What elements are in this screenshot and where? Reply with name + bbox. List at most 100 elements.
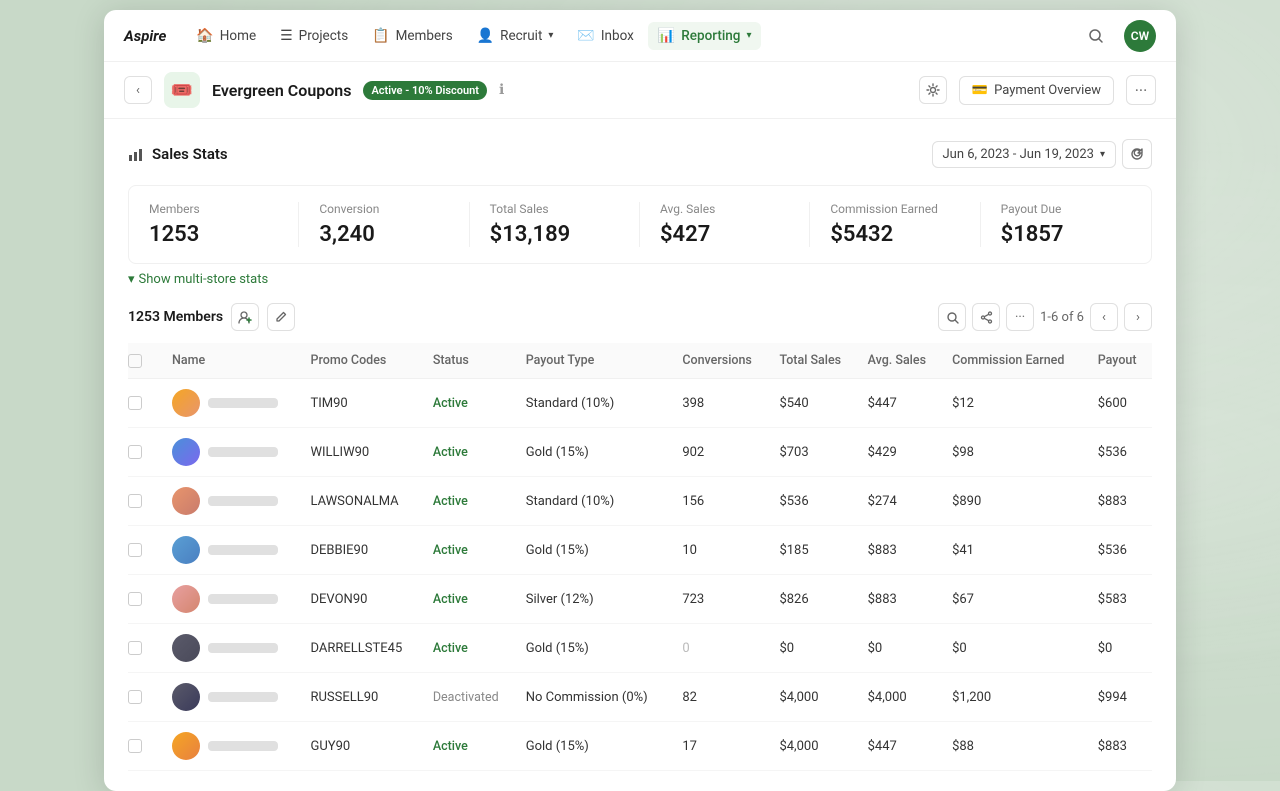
commission-earned: $88 bbox=[944, 722, 1090, 771]
page-header: ‹ 🎟️ Evergreen Coupons Active - 10% Disc… bbox=[104, 62, 1176, 119]
nav-recruit[interactable]: 👤 Recruit ▾ bbox=[467, 22, 564, 50]
conversions: 0 bbox=[674, 624, 771, 673]
search-icon bbox=[1088, 28, 1104, 44]
refresh-icon bbox=[1130, 147, 1144, 161]
pagination: 1-6 of 6 ‹ › bbox=[1040, 303, 1152, 331]
promo-code: RUSSELL90 bbox=[302, 673, 424, 722]
prev-page-button[interactable]: ‹ bbox=[1090, 303, 1118, 331]
avatar bbox=[172, 438, 200, 466]
row-checkbox-7[interactable] bbox=[128, 739, 142, 753]
next-page-button[interactable]: › bbox=[1124, 303, 1152, 331]
stats-grid: Members 1253 Conversion 3,240 Total Sale… bbox=[128, 185, 1152, 264]
payment-icon: 💳 bbox=[972, 83, 988, 98]
avg-sales: $447 bbox=[860, 379, 944, 428]
total-sales: $4,000 bbox=[771, 673, 859, 722]
chevron-down-icon: ▾ bbox=[548, 30, 553, 41]
chart-icon bbox=[128, 146, 144, 162]
date-picker: Jun 6, 2023 - Jun 19, 2023 ▾ bbox=[932, 139, 1153, 169]
inbox-icon: ✉️ bbox=[577, 28, 594, 44]
col-status: Status bbox=[425, 343, 518, 379]
user-avatar[interactable]: CW bbox=[1124, 20, 1156, 52]
status-badge: Active - 10% Discount bbox=[363, 81, 487, 100]
select-all-checkbox[interactable] bbox=[128, 354, 142, 368]
chevron-down-icon: ▾ bbox=[128, 272, 135, 287]
payout-type: Silver (12%) bbox=[518, 575, 675, 624]
col-name: Name bbox=[164, 343, 302, 379]
payout: $600 bbox=[1090, 379, 1152, 428]
member-cell bbox=[172, 683, 294, 711]
stat-total-sales: Total Sales $13,189 bbox=[470, 202, 640, 247]
members-icon: 📋 bbox=[372, 28, 389, 44]
row-checkbox-2[interactable] bbox=[128, 494, 142, 508]
payout: $536 bbox=[1090, 526, 1152, 575]
stat-members: Members 1253 bbox=[129, 202, 299, 247]
nav-reporting[interactable]: 📊 Reporting ▾ bbox=[648, 22, 762, 50]
avg-sales: $883 bbox=[860, 526, 944, 575]
date-range-selector[interactable]: Jun 6, 2023 - Jun 19, 2023 ▾ bbox=[932, 141, 1117, 168]
share-button[interactable] bbox=[972, 303, 1000, 331]
payout-type: Standard (10%) bbox=[518, 379, 675, 428]
search-button[interactable] bbox=[1080, 20, 1112, 52]
status-badge: Active bbox=[433, 543, 468, 558]
row-checkbox-0[interactable] bbox=[128, 396, 142, 410]
recruit-icon: 👤 bbox=[477, 28, 494, 44]
stat-payout-due: Payout Due $1857 bbox=[981, 202, 1151, 247]
member-name-blur bbox=[208, 643, 278, 653]
table-search-button[interactable] bbox=[938, 303, 966, 331]
show-multistore-link[interactable]: ▾ Show multi-store stats bbox=[128, 272, 1152, 287]
settings-button[interactable] bbox=[919, 76, 947, 104]
add-member-button[interactable] bbox=[231, 303, 259, 331]
member-cell bbox=[172, 389, 294, 417]
avg-sales: $4,000 bbox=[860, 673, 944, 722]
promo-code: TIM90 bbox=[302, 379, 424, 428]
refresh-button[interactable] bbox=[1122, 139, 1152, 169]
status-badge: Active bbox=[433, 739, 468, 754]
chevron-down-icon: ▾ bbox=[746, 30, 751, 41]
main-nav: Aspire 🏠 Home ☰ Projects 📋 Members 👤 Rec… bbox=[104, 10, 1176, 62]
row-checkbox-1[interactable] bbox=[128, 445, 142, 459]
home-icon: 🏠 bbox=[196, 28, 213, 44]
avg-sales: $447 bbox=[860, 722, 944, 771]
stat-commission: Commission Earned $5432 bbox=[810, 202, 980, 247]
row-checkbox-6[interactable] bbox=[128, 690, 142, 704]
nav-projects[interactable]: ☰ Projects bbox=[270, 22, 358, 50]
edit-button[interactable] bbox=[267, 303, 295, 331]
back-button[interactable]: ‹ bbox=[124, 76, 152, 104]
avatar bbox=[172, 389, 200, 417]
row-checkbox-3[interactable] bbox=[128, 543, 142, 557]
commission-earned: $41 bbox=[944, 526, 1090, 575]
table-header-row: Name Promo Codes Status Payout Type Conv… bbox=[128, 343, 1152, 379]
avatar bbox=[172, 585, 200, 613]
info-icon[interactable]: ℹ bbox=[499, 82, 504, 98]
conversions: 398 bbox=[674, 379, 771, 428]
payout-type: Gold (15%) bbox=[518, 428, 675, 477]
avatar bbox=[172, 634, 200, 662]
payment-overview-button[interactable]: 💳 Payment Overview bbox=[959, 76, 1114, 105]
logo: Aspire bbox=[124, 27, 166, 45]
row-checkbox-5[interactable] bbox=[128, 641, 142, 655]
avg-sales: $274 bbox=[860, 477, 944, 526]
table-row: TIM90 Active Standard (10%) 398 $540 $44… bbox=[128, 379, 1152, 428]
member-cell bbox=[172, 585, 294, 613]
conversions: 156 bbox=[674, 477, 771, 526]
row-checkbox-4[interactable] bbox=[128, 592, 142, 606]
member-name-blur bbox=[208, 594, 278, 604]
nav-home[interactable]: 🏠 Home bbox=[186, 22, 266, 50]
member-name-blur bbox=[208, 545, 278, 555]
nav-inbox[interactable]: ✉️ Inbox bbox=[567, 22, 643, 50]
members-title: 1253 Members bbox=[128, 303, 295, 331]
more-options-button[interactable]: ··· bbox=[1126, 75, 1156, 105]
main-content: Sales Stats Jun 6, 2023 - Jun 19, 2023 ▾… bbox=[104, 119, 1176, 791]
stats-title: Sales Stats bbox=[128, 145, 228, 163]
conversions: 10 bbox=[674, 526, 771, 575]
reporting-icon: 📊 bbox=[658, 28, 675, 44]
member-cell bbox=[172, 438, 294, 466]
payout: $994 bbox=[1090, 673, 1152, 722]
member-cell bbox=[172, 487, 294, 515]
member-name-blur bbox=[208, 496, 278, 506]
more-table-options[interactable]: ··· bbox=[1006, 303, 1034, 331]
member-cell bbox=[172, 536, 294, 564]
nav-members[interactable]: 📋 Members bbox=[362, 22, 463, 50]
table-row: WILLIW90 Active Gold (15%) 902 $703 $429… bbox=[128, 428, 1152, 477]
col-conversions: Conversions bbox=[674, 343, 771, 379]
